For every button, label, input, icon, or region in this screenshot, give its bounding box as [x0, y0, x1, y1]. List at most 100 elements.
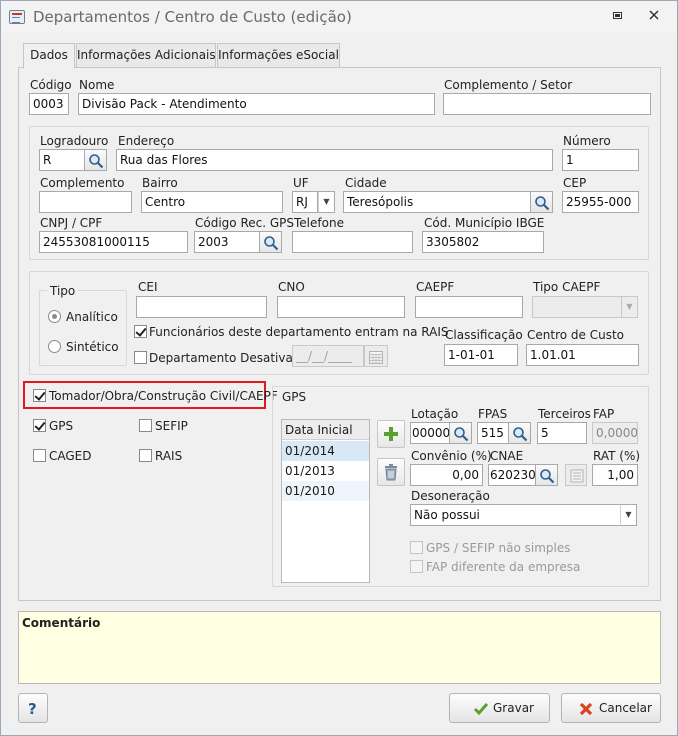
grid-header: Data Inicial [282, 420, 369, 440]
gps-label: GPS [49, 419, 74, 433]
caepf-field[interactable] [415, 296, 523, 318]
tab-label: Informações Adicionais [77, 48, 216, 62]
endereco-field[interactable]: Rua das Flores [116, 149, 553, 171]
bairro-field[interactable]: Centro [141, 191, 283, 213]
restore-icon[interactable] [610, 9, 626, 25]
caged-checkbox[interactable] [33, 449, 46, 462]
grid-row[interactable]: 01/2010 [282, 481, 369, 501]
rais-label: RAIS [155, 449, 183, 463]
trash-icon [385, 464, 397, 481]
search-lotacao-button[interactable] [450, 422, 472, 444]
complemento-setor-field[interactable] [443, 93, 651, 115]
cno-field[interactable] [277, 296, 405, 318]
cnpj-field[interactable]: 24553081000115 [39, 231, 188, 253]
cidade-field[interactable]: Teresópolis [343, 191, 531, 213]
search-cidade-button[interactable] [531, 191, 553, 213]
tipo-caepf-label: Tipo CAEPF [533, 280, 601, 294]
gps-history-grid[interactable]: Data Inicial 01/2014 01/2013 01/2010 [281, 419, 370, 583]
list-icon [570, 469, 584, 483]
lotacao-label: Lotação [411, 407, 459, 421]
telefone-label: Telefone [294, 216, 344, 230]
search-icon [535, 196, 550, 211]
sintetico-label: Sintético [66, 340, 119, 354]
cep-field[interactable]: 25955-000 [562, 191, 639, 213]
cod-rec-gps-field[interactable]: 2003 [194, 231, 260, 253]
rais-departamento-label: Funcionários deste departamento entram n… [149, 325, 449, 339]
convenio-label: Convênio (%) [411, 449, 492, 463]
cep-label: CEP [563, 176, 587, 190]
numero-field[interactable]: 1 [562, 149, 639, 171]
uf-select[interactable]: RJ [292, 191, 318, 213]
rais-checkbox[interactable] [139, 449, 152, 462]
tipo-caepf-select[interactable] [532, 296, 622, 318]
fpas-field[interactable]: 515 [477, 422, 509, 444]
search-fpas-button[interactable] [509, 422, 531, 444]
centro-custo-field[interactable]: 1.01.01 [526, 344, 639, 366]
codigo-label: Código [30, 78, 72, 92]
bairro-label: Bairro [142, 176, 178, 190]
telefone-field[interactable] [292, 231, 413, 253]
analitico-label: Analítico [66, 310, 118, 324]
gps-sefip-nao-simples-checkbox[interactable] [410, 541, 423, 554]
delete-gps-button[interactable] [377, 458, 405, 486]
cnae-field[interactable]: 6202300 [488, 464, 536, 486]
tipo-group [39, 290, 127, 366]
classificacao-field[interactable]: 1-01-01 [444, 344, 518, 366]
numero-label: Número [563, 134, 611, 148]
fap-field[interactable]: 0,0000 [592, 422, 638, 444]
gps-checkbox[interactable] [33, 419, 46, 432]
save-button[interactable]: Gravar [449, 693, 550, 723]
cnae-list-button[interactable] [565, 464, 587, 486]
cod-municipio-field[interactable]: 3305802 [422, 231, 544, 253]
classificacao-label: Classificação [445, 328, 523, 342]
help-label: ? [28, 700, 37, 718]
cancel-button[interactable]: Cancelar [561, 693, 661, 723]
uf-dropdown-arrow[interactable]: ▼ [318, 191, 335, 213]
close-icon[interactable] [646, 9, 662, 25]
fpas-label: FPAS [478, 407, 508, 421]
sefip-label: SEFIP [155, 419, 188, 433]
cnpj-label: CNPJ / CPF [40, 216, 103, 230]
convenio-field[interactable]: 0,00 [410, 464, 483, 486]
terceiros-field[interactable]: 5 [537, 422, 587, 444]
complemento-field[interactable] [39, 191, 132, 213]
fap-diferente-checkbox[interactable] [410, 560, 423, 573]
help-button[interactable]: ? [18, 693, 48, 723]
analitico-radio[interactable] [48, 310, 61, 323]
departamento-desativado-checkbox[interactable] [134, 351, 147, 364]
desoneracao-dropdown-arrow[interactable]: ▼ [620, 504, 637, 526]
codigo-field[interactable]: 0003 [29, 93, 69, 115]
lotacao-field[interactable]: 000004 [410, 422, 450, 444]
endereco-label: Endereço [118, 134, 175, 148]
complemento-label: Complemento [40, 176, 125, 190]
search-logradouro-button[interactable] [85, 149, 107, 171]
tab-informacoes-esocial[interactable]: Informações eSocial [217, 43, 340, 68]
nome-field[interactable]: Divisão Pack - Atendimento [78, 93, 435, 115]
fap-label: FAP [593, 407, 615, 421]
tipo-caepf-dropdown-arrow[interactable]: ▼ [621, 296, 638, 318]
add-gps-button[interactable] [377, 420, 405, 448]
tab-label: Informações eSocial [218, 48, 339, 62]
grid-row[interactable]: 01/2013 [282, 461, 369, 481]
tab-informacoes-adicionais[interactable]: Informações Adicionais [76, 43, 216, 68]
tomador-checkbox[interactable] [33, 389, 46, 402]
tab-label: Dados [30, 48, 68, 62]
search-icon [454, 427, 469, 442]
sefip-checkbox[interactable] [139, 419, 152, 432]
rat-field[interactable]: 1,00 [592, 464, 638, 486]
sintetico-radio[interactable] [48, 340, 61, 353]
tab-dados[interactable]: Dados [23, 43, 75, 69]
logradouro-field[interactable]: R [39, 149, 85, 171]
comment-field[interactable]: Comentário [18, 611, 661, 684]
calendar-button[interactable] [364, 345, 388, 367]
desoneracao-select[interactable]: Não possui [410, 504, 621, 526]
search-cod-rec-gps-button[interactable] [260, 231, 282, 253]
cei-field[interactable] [136, 296, 267, 318]
cnae-label: CNAE [490, 449, 524, 463]
departamento-desativado-label: Departamento Desativado [149, 351, 308, 365]
caepf-label: CAEPF [416, 280, 455, 294]
rais-departamento-checkbox[interactable] [134, 325, 147, 338]
grid-row[interactable]: 01/2014 [282, 441, 369, 461]
search-cnae-button[interactable] [536, 464, 558, 486]
desativado-date-field[interactable]: __/__/____ [292, 345, 364, 367]
